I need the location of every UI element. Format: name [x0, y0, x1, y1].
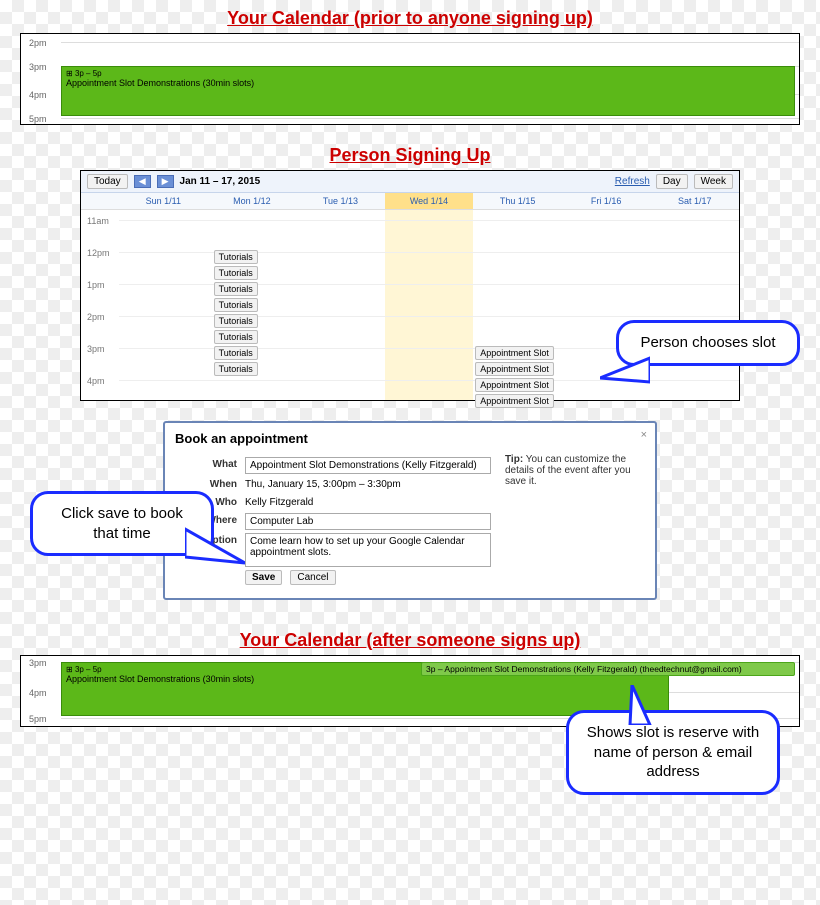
hour-label: 12pm [87, 248, 110, 258]
appointment-slot[interactable]: Appointment Slot [475, 378, 554, 392]
day-header[interactable]: Thu 1/15 [473, 193, 562, 209]
calendar-before-panel: 2pm 3pm 4pm 5pm ⊞ 3p – 5p Appointment Sl… [20, 33, 800, 125]
event-title: Appointment Slot Demonstrations (30min s… [66, 78, 790, 88]
appointment-slot[interactable]: Appointment Slot [475, 394, 554, 408]
tutorial-slot[interactable]: Tutorials [214, 266, 258, 280]
day-view-button[interactable]: Day [656, 174, 688, 189]
callout-reserved: Shows slot is reserve with name of perso… [566, 710, 780, 795]
appointment-slot[interactable]: Appointment Slot [475, 346, 554, 360]
hour-label: 1pm [87, 280, 105, 290]
dialog-title: Book an appointment [165, 423, 655, 450]
day-header-row: Sun 1/11 Mon 1/12 Tue 1/13 Wed 1/14 Thu … [81, 193, 739, 210]
today-button[interactable]: Today [87, 174, 128, 189]
refresh-link[interactable]: Refresh [615, 176, 650, 187]
event-time: 3p – 5p [75, 69, 102, 78]
what-label: What [175, 457, 237, 470]
tutorial-slot[interactable]: Tutorials [214, 362, 258, 376]
hour-label: 4pm [87, 376, 105, 386]
dialog-tip: Tip: You can customize the details of th… [505, 454, 645, 588]
hour-label: 11am [87, 216, 109, 226]
event-time: 3p – 5p [75, 665, 102, 674]
appointment-slot[interactable]: Appointment Slot [475, 362, 554, 376]
hour-label: 4pm [29, 90, 47, 100]
hour-label: 2pm [87, 312, 105, 322]
description-input[interactable]: Come learn how to set up your Google Cal… [245, 533, 491, 567]
prev-button[interactable]: ◀ [134, 175, 151, 188]
appointment-block[interactable]: ⊞ 3p – 5p Appointment Slot Demonstration… [61, 66, 795, 116]
when-value: Thu, January 15, 3:00pm – 3:30pm [245, 477, 401, 492]
day-header[interactable]: Wed 1/14 [385, 193, 474, 209]
hour-label: 3pm [87, 344, 105, 354]
hour-label: 4pm [29, 688, 47, 698]
tutorial-slot[interactable]: Tutorials [214, 282, 258, 296]
tutorial-slot[interactable]: Tutorials [214, 330, 258, 344]
caption-before: Your Calendar (prior to anyone signing u… [0, 8, 820, 29]
caption-after: Your Calendar (after someone signs up) [0, 630, 820, 651]
what-input[interactable]: Appointment Slot Demonstrations (Kelly F… [245, 457, 491, 474]
save-button[interactable]: Save [245, 570, 282, 585]
booked-slot[interactable]: 3p – Appointment Slot Demonstrations (Ke… [421, 662, 795, 676]
week-view-button[interactable]: Week [694, 174, 733, 189]
hour-label: 5pm [29, 714, 47, 724]
day-header[interactable]: Sat 1/17 [650, 193, 739, 209]
caption-signup: Person Signing Up [0, 145, 820, 166]
day-header[interactable]: Fri 1/16 [562, 193, 651, 209]
date-range: Jan 11 – 17, 2015 [180, 176, 261, 187]
hour-label: 3pm [29, 658, 47, 668]
hour-label: 5pm [29, 114, 47, 124]
tutorial-slot[interactable]: Tutorials [214, 346, 258, 360]
day-header[interactable]: Mon 1/12 [208, 193, 297, 209]
hour-label: 2pm [29, 38, 47, 48]
hour-label: 3pm [29, 62, 47, 72]
tutorial-slot[interactable]: Tutorials [214, 298, 258, 312]
next-button[interactable]: ▶ [157, 175, 174, 188]
signup-toolbar: Today ◀ ▶ Jan 11 – 17, 2015 Refresh Day … [81, 171, 739, 193]
where-input[interactable]: Computer Lab [245, 513, 491, 530]
when-label: When [175, 477, 237, 490]
day-header[interactable]: Sun 1/11 [119, 193, 208, 209]
tutorial-slot[interactable]: Tutorials [214, 314, 258, 328]
day-header[interactable]: Tue 1/13 [296, 193, 385, 209]
book-appointment-dialog: × Book an appointment What Appointment S… [163, 421, 657, 600]
who-value: Kelly Fitzgerald [245, 495, 313, 510]
cancel-button[interactable]: Cancel [290, 570, 335, 585]
close-icon[interactable]: × [641, 429, 647, 441]
tutorial-slot[interactable]: Tutorials [214, 250, 258, 264]
